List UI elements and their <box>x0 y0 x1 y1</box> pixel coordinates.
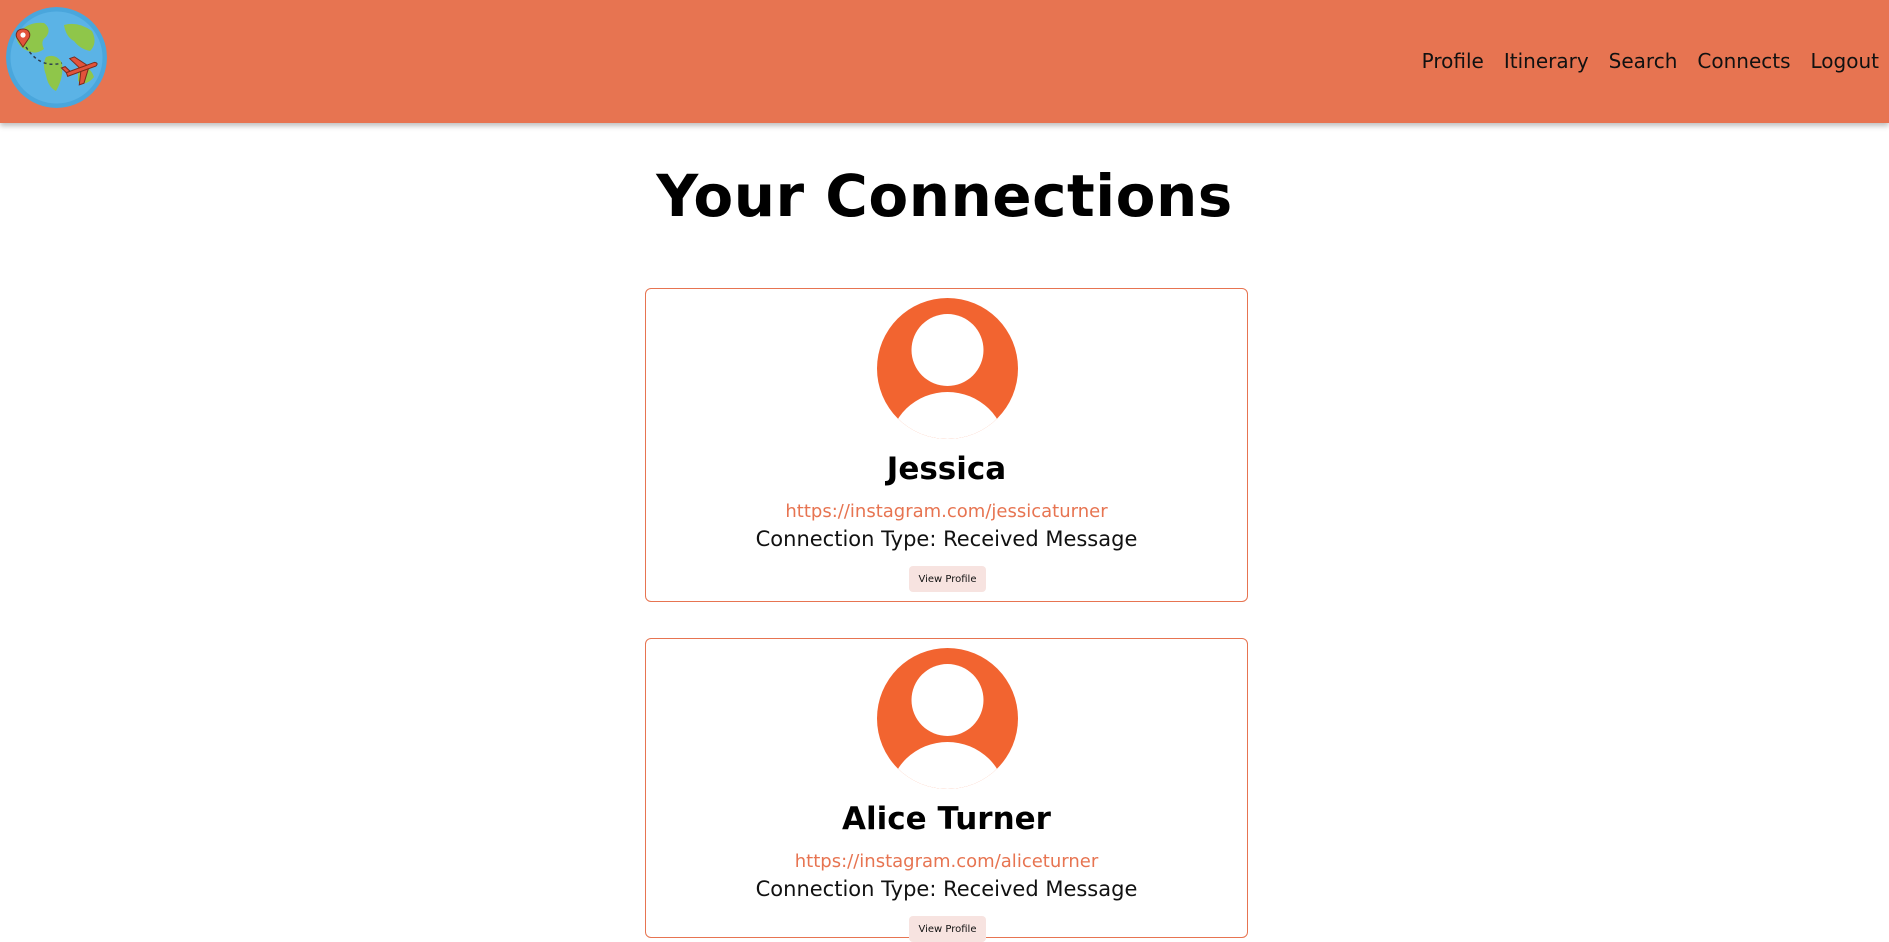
connection-card: Jessica https://instagram.com/jessicatur… <box>645 288 1248 602</box>
connection-type: Connection Type: Received Message <box>755 877 1138 901</box>
globe-airplane-logo-icon[interactable] <box>6 7 107 108</box>
connection-card: Alice Turner https://instagram.com/alice… <box>645 638 1248 942</box>
page-title: Your Connections <box>656 162 1233 230</box>
instagram-link[interactable]: https://instagram.com/aliceturner <box>646 851 1247 872</box>
user-avatar-icon <box>877 298 1018 439</box>
view-profile-button[interactable]: View Profile <box>909 916 986 942</box>
user-avatar-icon <box>877 648 1018 789</box>
nav-itinerary[interactable]: Itinerary <box>1504 49 1589 73</box>
connection-name: Alice Turner <box>842 801 1051 837</box>
connection-name: Jessica <box>886 451 1007 487</box>
connection-type: Connection Type: Received Message <box>755 527 1138 551</box>
main-nav: Profile Itinerary Search Connects Logout <box>1412 48 1889 74</box>
instagram-link[interactable]: https://instagram.com/jessicaturner <box>646 501 1247 522</box>
nav-profile[interactable]: Profile <box>1422 49 1484 73</box>
top-nav-bar: Profile Itinerary Search Connects Logout <box>0 0 1889 123</box>
nav-connects[interactable]: Connects <box>1697 49 1790 73</box>
view-profile-button[interactable]: View Profile <box>909 566 986 592</box>
nav-search[interactable]: Search <box>1609 49 1678 73</box>
nav-logout[interactable]: Logout <box>1811 49 1879 73</box>
